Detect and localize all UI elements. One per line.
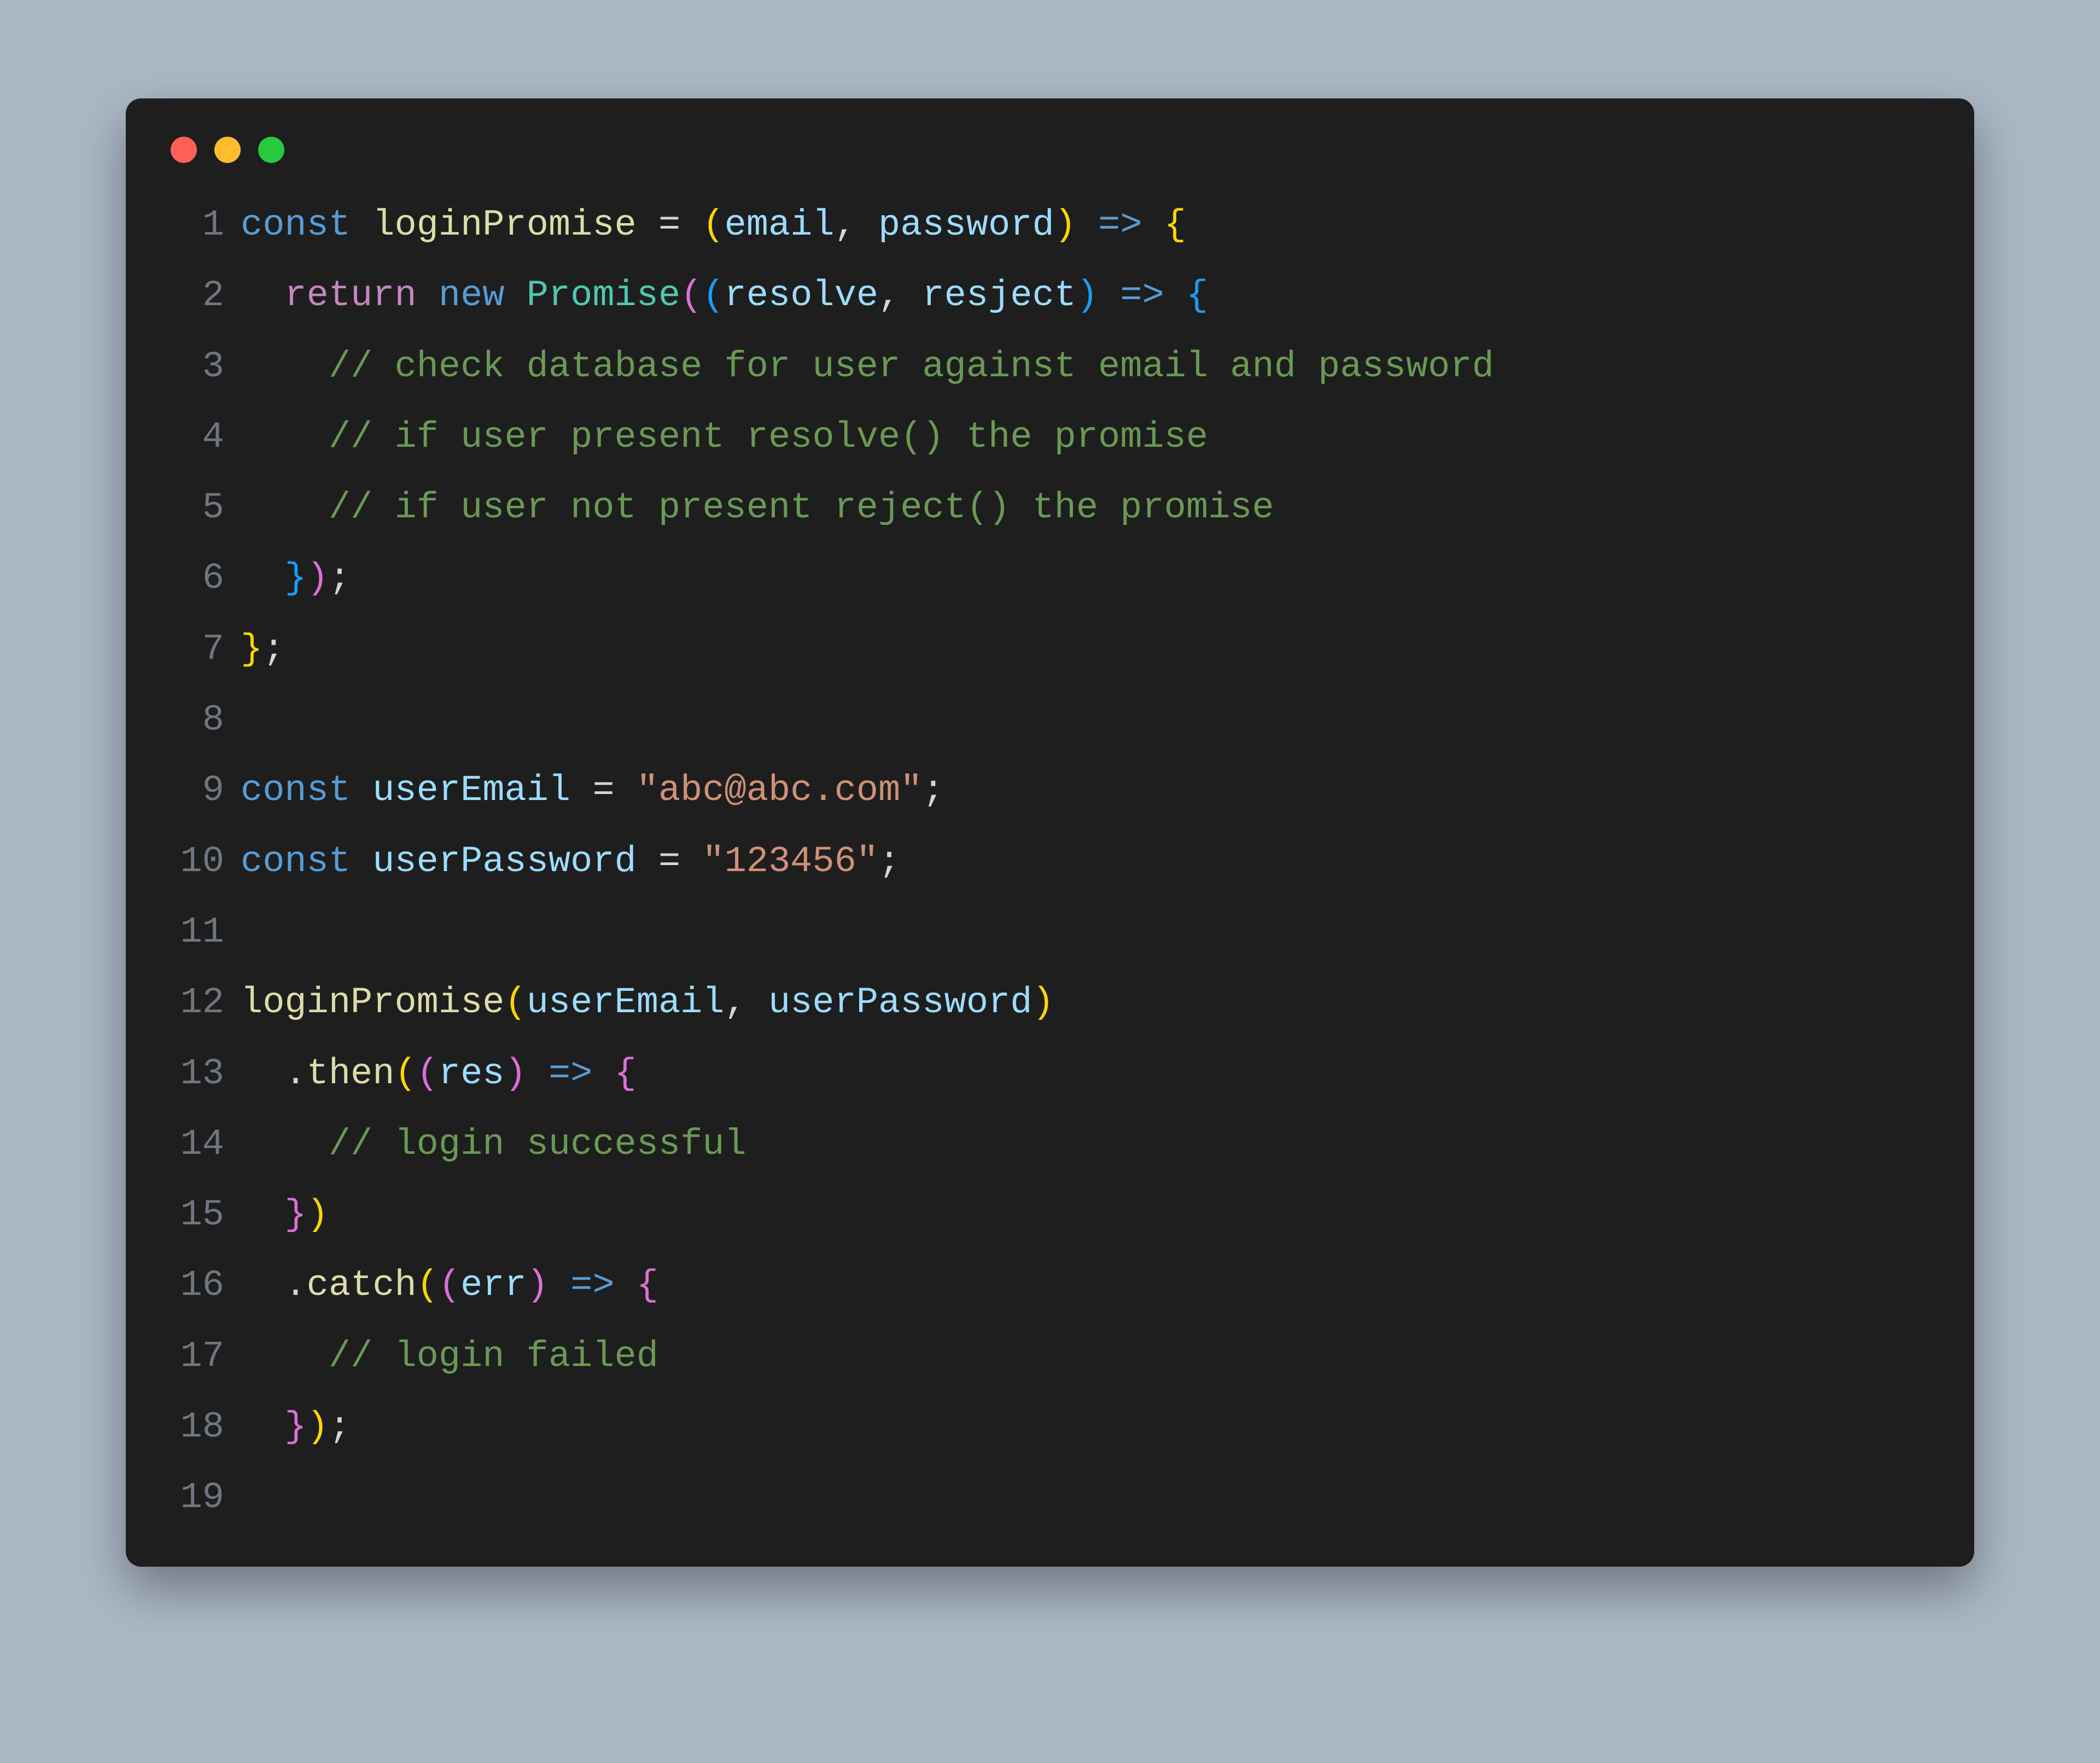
minimize-icon[interactable] [214, 137, 241, 163]
line-content: }; [241, 615, 284, 685]
code-line: 4 // if user present resolve() the promi… [164, 402, 1936, 473]
line-content: return new Promise((resolve, resject) =>… [241, 261, 1208, 331]
code-line: 17 // login failed [164, 1322, 1936, 1392]
line-number: 12 [164, 968, 224, 1038]
code-line: 5 // if user not present reject() the pr… [164, 473, 1936, 544]
line-content: // login successful [241, 1110, 746, 1180]
code-line: 18 }); [164, 1392, 1936, 1463]
line-number: 2 [164, 261, 224, 331]
line-number: 18 [164, 1392, 224, 1463]
line-number: 11 [164, 897, 224, 968]
line-content: }) [241, 1180, 329, 1251]
line-number: 7 [164, 615, 224, 685]
line-content: // check database for user against email… [241, 332, 1494, 402]
line-content: // if user present resolve() the promise [241, 402, 1208, 473]
line-number: 1 [164, 190, 224, 261]
line-content: .catch((err) => { [241, 1251, 658, 1321]
line-number: 16 [164, 1251, 224, 1321]
line-number: 15 [164, 1180, 224, 1251]
line-content [241, 1463, 262, 1533]
code-line: 16 .catch((err) => { [164, 1251, 1936, 1321]
code-line: 6 }); [164, 544, 1936, 614]
code-line: 2 return new Promise((resolve, resject) … [164, 261, 1936, 331]
code-block: 1const loginPromise = (email, password) … [164, 190, 1936, 1534]
code-line: 15 }) [164, 1180, 1936, 1251]
code-line: 14 // login successful [164, 1110, 1936, 1180]
editor-window: 1const loginPromise = (email, password) … [126, 98, 1974, 1567]
line-content [241, 897, 262, 968]
code-line: 19 [164, 1463, 1936, 1533]
code-line: 13 .then((res) => { [164, 1039, 1936, 1110]
line-content: loginPromise(userEmail, userPassword) [241, 968, 1054, 1038]
line-number: 17 [164, 1322, 224, 1392]
code-line: 1const loginPromise = (email, password) … [164, 190, 1936, 261]
line-number: 19 [164, 1463, 224, 1533]
code-line: 8 [164, 685, 1936, 756]
code-line: 3 // check database for user against ema… [164, 332, 1936, 402]
line-number: 5 [164, 473, 224, 544]
line-content: // login failed [241, 1322, 658, 1392]
line-content: // if user not present reject() the prom… [241, 473, 1274, 544]
page-stage: 1const loginPromise = (email, password) … [0, 0, 2100, 1763]
line-number: 6 [164, 544, 224, 614]
line-content: const userPassword = "123456"; [241, 827, 900, 897]
line-number: 8 [164, 685, 224, 756]
line-number: 3 [164, 332, 224, 402]
line-number: 14 [164, 1110, 224, 1180]
line-number: 9 [164, 756, 224, 826]
line-content: const loginPromise = (email, password) =… [241, 190, 1186, 261]
maximize-icon[interactable] [258, 137, 284, 163]
line-content: const userEmail = "abc@abc.com"; [241, 756, 944, 826]
line-number: 10 [164, 827, 224, 897]
line-content [241, 685, 262, 756]
code-line: 11 [164, 897, 1936, 968]
code-line: 12loginPromise(userEmail, userPassword) [164, 968, 1936, 1038]
line-content: .then((res) => { [241, 1039, 637, 1110]
close-icon[interactable] [171, 137, 197, 163]
line-content: }); [241, 1392, 351, 1463]
line-number: 4 [164, 402, 224, 473]
line-number: 13 [164, 1039, 224, 1110]
window-titlebar [164, 137, 1936, 190]
code-line: 7}; [164, 615, 1936, 685]
code-line: 10const userPassword = "123456"; [164, 827, 1936, 897]
line-content: }); [241, 544, 351, 614]
code-line: 9const userEmail = "abc@abc.com"; [164, 756, 1936, 826]
